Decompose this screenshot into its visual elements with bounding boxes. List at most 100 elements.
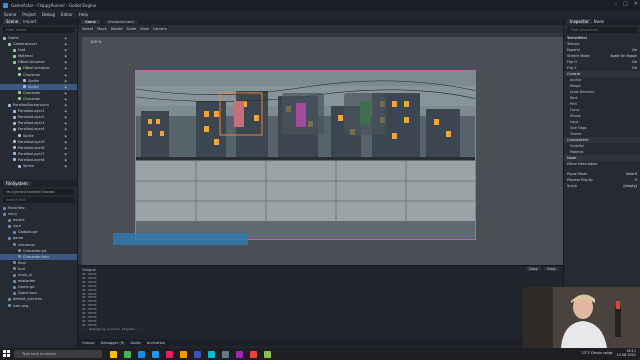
folder-icon	[13, 291, 16, 295]
folder-icon	[3, 206, 6, 210]
node-type-icon	[13, 158, 16, 162]
menu-help[interactable]: Help	[79, 12, 88, 17]
inspector-property-script[interactable]: Script [empty]	[564, 183, 640, 189]
scene-node-label: Sprite	[23, 163, 34, 168]
property-value[interactable]: On	[632, 65, 637, 71]
property-value[interactable]: [empty]	[623, 183, 637, 189]
folder-icon	[18, 255, 21, 259]
windows-start-icon[interactable]	[3, 350, 10, 357]
node-type-icon	[18, 164, 21, 168]
maximize-icon[interactable]: □	[623, 1, 628, 7]
taskbar-search-input[interactable]: Type here to search	[14, 350, 102, 358]
node-type-icon	[13, 109, 16, 113]
node-type-icon	[13, 115, 16, 119]
tab-inspector[interactable]: Inspector	[567, 19, 592, 24]
filter-properties-input[interactable]: Filter properties	[567, 27, 637, 33]
godot-logo-icon	[3, 2, 8, 8]
game-scene-preview[interactable]	[135, 70, 476, 240]
taskbar-app-icon[interactable]	[180, 350, 187, 358]
folder-icon	[8, 297, 11, 301]
taskbar-app-icon[interactable]	[236, 350, 243, 358]
node-type-icon	[13, 127, 16, 131]
bottom-tab-audio[interactable]: Audio	[131, 341, 141, 345]
tab-scene[interactable]: Scene	[3, 19, 22, 24]
filesystem-tree: Favorites: res://assets core Globals.gd game…	[0, 205, 77, 309]
weather-status[interactable]: 23°C Delvis soligt	[582, 351, 613, 355]
folder-icon	[3, 212, 6, 216]
viewport-tool-select[interactable]: Select	[82, 27, 93, 31]
folder-icon	[8, 237, 11, 241]
inspector-dock: Inspector Node Filter properties Texture…	[563, 18, 640, 288]
scene-node[interactable]: Sprite ◉	[0, 163, 77, 169]
bottom-panel-tabs: Output Debugger (9) Audio Animation	[78, 339, 563, 346]
menu-debug[interactable]: Debug	[42, 12, 55, 17]
filter-nodes-input[interactable]: Filter nodes	[3, 27, 74, 33]
folder-icon	[13, 285, 16, 289]
ruler-horizontal	[82, 33, 563, 37]
node-type-icon	[23, 79, 26, 83]
taskbar-app-icon[interactable]	[194, 350, 201, 358]
node-type-icon	[18, 134, 21, 138]
node-type-icon	[8, 42, 11, 46]
folder-icon	[13, 267, 16, 271]
file-item-label: icon.png	[13, 303, 29, 308]
file-item[interactable]: icon.png	[0, 303, 77, 309]
taskbar-app-icon[interactable]	[166, 350, 173, 358]
viewport-tool-camera[interactable]: Camera	[153, 27, 167, 31]
scene-tab-character-tscn[interactable]: Character.tscn	[103, 19, 138, 24]
tab-filesystem[interactable]: FileSystem	[3, 181, 31, 186]
viewport-toolbar: Select Move Rotate Scale View Camera	[78, 25, 563, 33]
visibility-eye-icon[interactable]: ◉	[64, 163, 67, 169]
inspector-tabs: Inspector Node	[564, 18, 640, 25]
bottom-tab-animation[interactable]: Animation	[147, 341, 165, 345]
scene-tab-game[interactable]: Game	[81, 19, 100, 24]
taskbar-app-icon[interactable]	[138, 350, 145, 358]
node-type-icon	[18, 73, 21, 77]
viewport-tool-scale[interactable]: Scale	[127, 27, 137, 31]
bottom-tab-output[interactable]: Output	[82, 341, 94, 345]
node-type-icon	[8, 103, 11, 107]
copy-button[interactable]: Copy	[525, 267, 541, 271]
node-type-icon	[3, 36, 6, 40]
folder-icon	[13, 279, 16, 283]
webcam-overlay	[523, 287, 640, 348]
close-icon[interactable]: ✕	[634, 1, 638, 7]
zoom-level[interactable]: 100 %	[90, 40, 101, 44]
taskbar-app-icon[interactable]	[124, 350, 131, 358]
folder-icon	[13, 243, 16, 247]
taskbar-app-icon[interactable]	[208, 350, 215, 358]
tab-node[interactable]: Node	[594, 19, 604, 24]
output-dock: Output: Copy Clear OK 70630 OK 70630 OK 70…	[78, 265, 563, 348]
file-item-label: Character.tscn	[23, 254, 50, 259]
filesystem-path-field[interactable]: res://game/character/Charact	[3, 189, 74, 195]
bottom-tab-debugger-9[interactable]: Debugger (9)	[100, 341, 124, 345]
taskbar-app-icon[interactable]	[222, 350, 229, 358]
menu-project[interactable]: Project	[22, 12, 36, 17]
output-line: --- Debugging process stopped ---	[82, 326, 142, 331]
output-buttons: Copy Clear	[525, 267, 559, 271]
clear-button[interactable]: Clear	[543, 267, 559, 271]
viewport-tool-move[interactable]: Move	[97, 27, 107, 31]
property-label: Script	[567, 184, 577, 188]
scene-dock: Scene Import Filter nodes Game ◉ CameraLay…	[0, 18, 78, 180]
tab-import[interactable]: Import	[23, 19, 36, 24]
window-title: GameActor - FlappyRunner - Godot Engine	[11, 2, 97, 8]
node-type-icon	[18, 91, 21, 95]
node-type-icon	[23, 85, 26, 89]
taskbar-app-icon[interactable]	[250, 350, 257, 358]
minimize-icon[interactable]: –	[615, 1, 618, 7]
viewport-tool-rotate[interactable]: Rotate	[111, 27, 123, 31]
taskbar-app-icon[interactable]	[110, 350, 117, 358]
taskbar-app-icon[interactable]	[264, 350, 271, 358]
inspector-properties: Texture Expand On Stretch Mode Scale On Expa…	[564, 41, 640, 189]
search-files-input[interactable]: Search files	[3, 197, 74, 203]
viewport-tool-view[interactable]: View	[140, 27, 149, 31]
clock[interactable]: 16:11 10.08.2021	[617, 349, 636, 357]
taskbar-app-icon[interactable]	[152, 350, 159, 358]
node-type-icon	[18, 67, 21, 71]
taskbar-apps	[110, 350, 271, 358]
node-type-icon	[18, 97, 21, 101]
menu-bar: Scene Project Debug Editor Help	[0, 10, 640, 18]
menu-scene[interactable]: Scene	[4, 12, 16, 17]
menu-editor[interactable]: Editor	[61, 12, 73, 17]
